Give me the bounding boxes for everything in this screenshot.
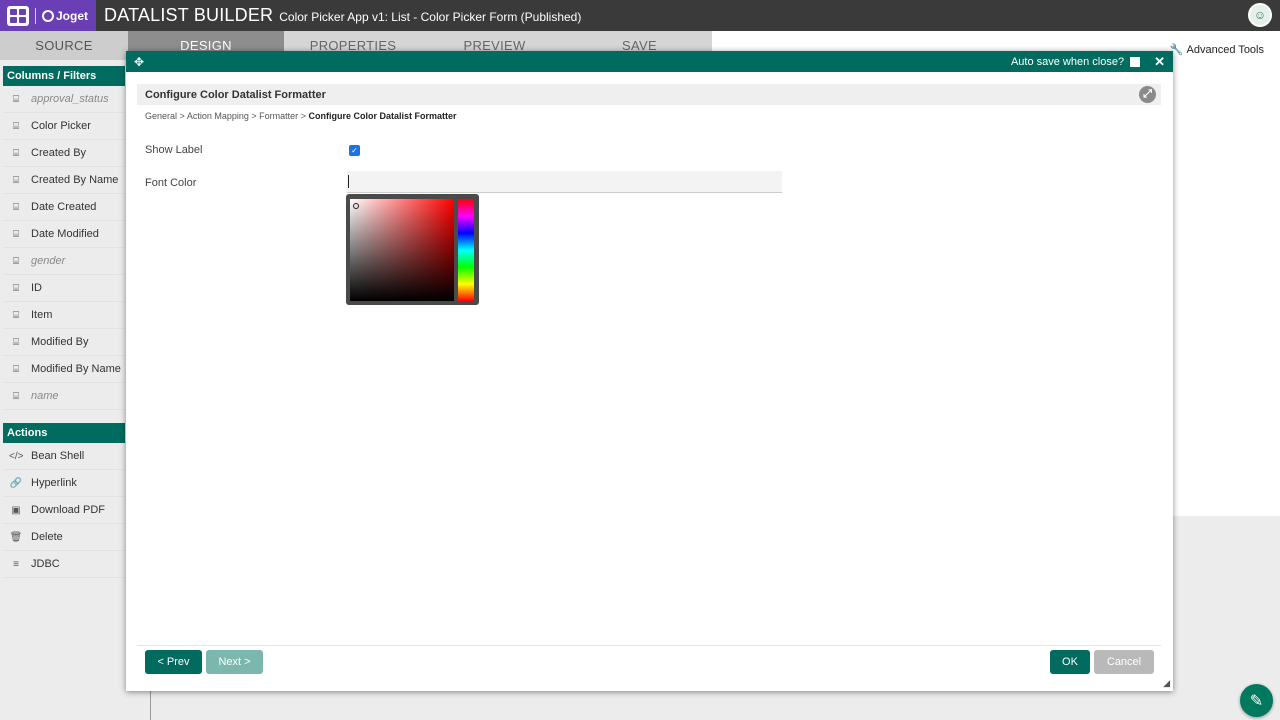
column-icon: ⌸	[13, 282, 19, 294]
palette-item[interactable]: ⌸ Created By	[3, 140, 125, 167]
action-item-delete[interactable]: 🗑 Delete	[3, 524, 125, 551]
show-label-checkbox[interactable]: ✓	[349, 145, 360, 156]
advanced-tools-button[interactable]: 🔧 Advanced Tools	[1170, 43, 1264, 57]
actions-heading: Actions	[3, 423, 125, 443]
hue-slider[interactable]	[458, 199, 474, 301]
link-icon: 🔗	[9, 477, 23, 489]
code-icon: </>	[9, 450, 24, 462]
breadcrumb: General > Action Mapping > Formatter > C…	[145, 111, 457, 121]
font-color-label: Font Color	[145, 177, 197, 189]
formatter-dialog: ✥ Auto save when close? ✕ Configure Colo…	[126, 51, 1173, 691]
user-avatar[interactable]: ☺	[1248, 3, 1272, 27]
columns-filters-heading: Columns / Filters	[3, 66, 125, 86]
apps-grid-icon[interactable]	[7, 5, 29, 26]
column-icon: ⌸	[13, 228, 19, 240]
builder-title: DATALIST BUILDER	[104, 5, 274, 25]
next-button[interactable]: Next >	[206, 650, 263, 674]
close-icon[interactable]: ✕	[1154, 54, 1165, 70]
logo-area[interactable]: Joget	[0, 0, 96, 31]
column-icon: ⌸	[13, 174, 19, 186]
breadcrumb-item-action-mapping[interactable]: Action Mapping	[187, 111, 249, 121]
palette-item[interactable]: ⌸ ID	[3, 275, 125, 302]
autosave-checkbox[interactable]	[1130, 56, 1141, 67]
pdf-icon: ▣	[11, 504, 21, 516]
palette-item[interactable]: ⌸ name	[3, 383, 125, 410]
divider	[150, 690, 151, 720]
edit-fab-button[interactable]: ✎	[1240, 684, 1273, 717]
action-item-hyperlink[interactable]: 🔗 Hyperlink	[3, 470, 125, 497]
dialog-header-title: Configure Color Datalist Formatter	[145, 88, 326, 101]
ok-button[interactable]: OK	[1050, 650, 1090, 674]
palette-item[interactable]: ⌸ Modified By Name	[3, 356, 125, 383]
palette-item[interactable]: ⌸ Modified By	[3, 329, 125, 356]
palette-item[interactable]: ⌸ Color Picker	[3, 113, 125, 140]
palette-item[interactable]: ⌸ Date Created	[3, 194, 125, 221]
prev-button[interactable]: < Prev	[145, 650, 202, 674]
action-item-jdbc[interactable]: ≡ JDBC	[3, 551, 125, 578]
text-caret	[348, 175, 349, 188]
dialog-header: Configure Color Datalist Formatter ⤢	[137, 84, 1161, 105]
column-icon: ⌸	[13, 201, 19, 213]
breadcrumb-separator: >	[179, 111, 185, 121]
breadcrumb-item-general[interactable]: General	[145, 111, 177, 121]
palette-item[interactable]: ⌸ approval_status	[3, 86, 125, 113]
left-palette: Columns / Filters ⌸ approval_status ⌸ Colo…	[3, 66, 125, 578]
palette-item[interactable]: ⌸ Item	[3, 302, 125, 329]
breadcrumb-current: Configure Color Datalist Formatter	[308, 111, 457, 121]
pencil-icon: ✎	[1249, 692, 1264, 710]
builder-subtitle: Color Picker App v1: List - Color Picker…	[279, 10, 582, 24]
breadcrumb-separator: >	[251, 111, 257, 121]
move-icon[interactable]: ✥	[134, 55, 144, 69]
column-icon: ⌸	[13, 147, 19, 159]
database-icon: ≡	[13, 558, 19, 570]
palette-item[interactable]: ⌸ Date Modified	[3, 221, 125, 248]
cancel-button[interactable]: Cancel	[1094, 650, 1154, 674]
column-icon: ⌸	[13, 93, 19, 105]
footer-divider	[137, 645, 1161, 646]
tab-source[interactable]: SOURCE	[0, 31, 128, 60]
resize-handle-icon[interactable]: ◢	[1163, 678, 1170, 689]
autosave-label: Auto save when close?	[1010, 55, 1125, 68]
trash-icon: 🗑	[9, 531, 23, 543]
breadcrumb-item-formatter[interactable]: Formatter	[259, 111, 298, 121]
dialog-titlebar[interactable]: ✥ Auto save when close? ✕	[126, 51, 1173, 72]
advanced-tools-label: Advanced Tools	[1186, 43, 1264, 56]
column-icon: ⌸	[13, 363, 19, 375]
action-item-download-pdf[interactable]: ▣ Download PDF	[3, 497, 125, 524]
panel-spacer	[3, 410, 125, 423]
column-icon: ⌸	[13, 120, 19, 132]
palette-item[interactable]: ⌸ Created By Name	[3, 167, 125, 194]
top-bar: Joget DATALIST BUILDER Color Picker App …	[0, 0, 1280, 31]
color-picker-popup	[346, 194, 479, 305]
palette-item[interactable]: ⌸ gender	[3, 248, 125, 275]
column-icon: ⌸	[13, 390, 19, 402]
column-icon: ⌸	[13, 255, 19, 267]
column-icon: ⌸	[13, 309, 19, 321]
font-color-input[interactable]	[347, 171, 782, 193]
show-label-label: Show Label	[145, 144, 203, 156]
column-icon: ⌸	[13, 336, 19, 348]
saturation-value-area[interactable]	[350, 199, 454, 301]
joget-logo: Joget	[42, 9, 88, 23]
logo-divider	[35, 7, 36, 24]
fullscreen-icon[interactable]: ⤢	[1139, 86, 1156, 103]
logo-text: Joget	[56, 8, 89, 23]
color-marker[interactable]	[353, 203, 359, 209]
action-item-bean-shell[interactable]: </> Bean Shell	[3, 443, 125, 470]
breadcrumb-separator: >	[300, 111, 306, 121]
